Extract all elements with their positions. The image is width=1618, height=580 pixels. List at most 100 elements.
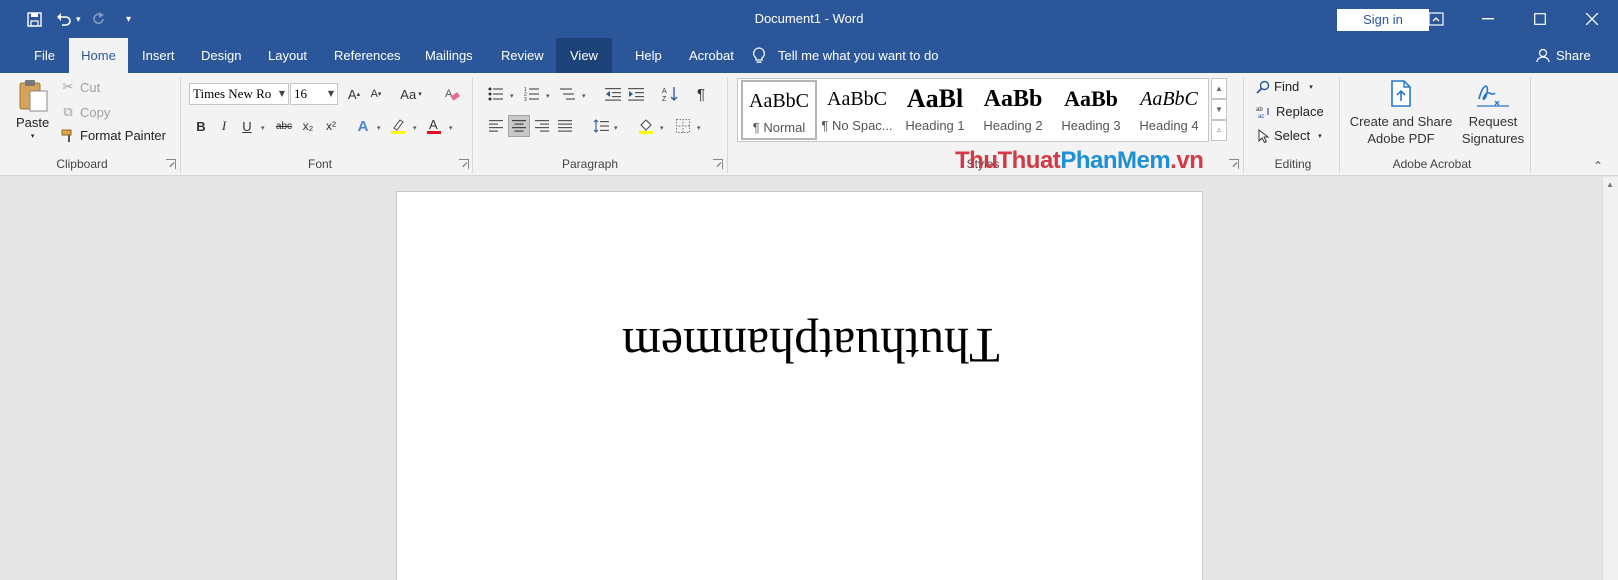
tab-review[interactable]: Review — [487, 38, 558, 73]
maximize-button[interactable] — [1514, 0, 1566, 38]
font-color-dropdown-icon[interactable]: ▾ — [449, 124, 453, 132]
document-text[interactable]: Thuthuatphanmem — [622, 316, 1000, 376]
borders-button[interactable] — [672, 115, 694, 137]
find-button[interactable]: Find ▾ — [1256, 79, 1313, 94]
cut-button[interactable]: ✂ Cut — [60, 79, 101, 95]
request-label-line1: Request — [1468, 114, 1518, 129]
text-effects-button[interactable]: A — [352, 115, 374, 137]
scroll-up-icon[interactable]: ▲ — [1606, 180, 1614, 189]
close-button[interactable] — [1566, 0, 1618, 38]
decrease-indent-button[interactable] — [602, 83, 624, 105]
style-heading-1[interactable]: AaBl Heading 1 — [897, 80, 973, 140]
align-left-button[interactable] — [485, 115, 507, 137]
paragraph-launcher-icon[interactable] — [713, 159, 723, 169]
paste-button[interactable]: Paste ▾ — [16, 79, 49, 140]
tab-acrobat[interactable]: Acrobat — [675, 38, 748, 73]
document-page[interactable] — [396, 191, 1203, 580]
tab-layout[interactable]: Layout — [254, 38, 321, 73]
shading-button[interactable] — [635, 115, 657, 137]
change-case-button[interactable]: Aa ▾ — [397, 83, 425, 105]
redo-icon[interactable] — [87, 8, 111, 30]
select-dropdown-icon[interactable]: ▾ — [1318, 132, 1322, 140]
tab-design[interactable]: Design — [187, 38, 255, 73]
request-signatures-button[interactable]: Request Signatures — [1458, 79, 1528, 147]
cut-label: Cut — [80, 79, 101, 95]
clipboard-launcher-icon[interactable] — [166, 159, 176, 169]
align-center-button[interactable] — [508, 115, 530, 137]
strikethrough-button[interactable]: abc — [273, 115, 295, 137]
highlight-dropdown-icon[interactable]: ▾ — [413, 124, 417, 132]
line-spacing-button[interactable] — [590, 115, 612, 137]
bold-button[interactable]: B — [190, 115, 212, 137]
find-dropdown-icon[interactable]: ▾ — [1309, 83, 1313, 91]
style-heading-4[interactable]: AaBbC Heading 4 — [1131, 80, 1207, 140]
collapse-ribbon-icon[interactable]: ⌃ — [1593, 159, 1603, 173]
clear-formatting-button[interactable]: A — [441, 83, 463, 105]
bullets-dropdown-icon[interactable]: ▾ — [510, 92, 514, 100]
replace-button[interactable]: ab ac Replace — [1256, 104, 1324, 119]
font-size-combo[interactable]: 16 ▼ — [290, 83, 338, 105]
share-button[interactable]: Share — [1536, 38, 1591, 73]
tab-view[interactable]: View — [556, 38, 612, 73]
numbered-list-icon: 123 — [524, 87, 539, 101]
styles-launcher-icon[interactable] — [1229, 159, 1239, 169]
style-heading-2[interactable]: AaBb Heading 2 — [975, 80, 1051, 140]
customize-toolbar-icon[interactable]: ▾ — [117, 8, 141, 30]
tell-me-box[interactable]: Tell me what you want to do — [752, 38, 938, 73]
save-icon[interactable] — [22, 8, 46, 30]
bullets-button[interactable] — [485, 83, 507, 105]
highlight-button[interactable] — [387, 115, 409, 137]
share-label: Share — [1556, 48, 1591, 63]
shading-dropdown-icon[interactable]: ▾ — [660, 124, 664, 132]
sort-button[interactable]: AZ — [659, 83, 681, 105]
text-effects-dropdown-icon[interactable]: ▾ — [377, 124, 381, 132]
select-button[interactable]: Select ▾ — [1258, 128, 1322, 143]
tab-mailings[interactable]: Mailings — [411, 38, 487, 73]
create-share-pdf-button[interactable]: Create and Share Adobe PDF — [1349, 79, 1453, 147]
subscript-button[interactable]: x₂ — [297, 115, 319, 137]
style-name: ¶ No Spac... — [821, 118, 893, 133]
tab-file[interactable]: File — [20, 38, 69, 73]
numbering-dropdown-icon[interactable]: ▾ — [546, 92, 550, 100]
tab-help[interactable]: Help — [621, 38, 676, 73]
underline-button[interactable]: U — [236, 115, 258, 137]
tab-insert[interactable]: Insert — [128, 38, 189, 73]
eraser-icon: A — [445, 88, 460, 101]
grow-font-button[interactable]: A ▴ — [343, 83, 365, 105]
paste-dropdown-icon[interactable]: ▾ — [31, 132, 35, 140]
undo-dropdown-icon[interactable]: ▾ — [76, 14, 81, 25]
tab-home[interactable]: Home — [69, 38, 128, 73]
line-spacing-icon — [593, 119, 609, 133]
gallery-more-icon[interactable]: ⩡ — [1211, 120, 1227, 141]
superscript-button[interactable]: x² — [320, 115, 342, 137]
style-normal[interactable]: AaBbC ¶ Normal — [741, 80, 817, 140]
font-name-combo[interactable]: Times New Ro ▼ — [189, 83, 289, 105]
minimize-button[interactable] — [1462, 0, 1514, 38]
vertical-scrollbar[interactable]: ▲ — [1602, 177, 1618, 580]
gallery-scroll-up-icon[interactable]: ▲ — [1211, 78, 1227, 99]
underline-dropdown-icon[interactable]: ▾ — [261, 124, 265, 132]
copy-button[interactable]: ⧉ Copy — [60, 104, 110, 120]
format-painter-button[interactable]: Format Painter — [60, 128, 166, 143]
tab-references[interactable]: References — [320, 38, 414, 73]
ribbon-tabs: File Home Insert Design Layout Reference… — [0, 38, 1618, 73]
undo-icon[interactable] — [52, 8, 76, 30]
line-spacing-dropdown-icon[interactable]: ▾ — [614, 124, 618, 132]
shrink-font-button[interactable]: A ▾ — [365, 83, 387, 105]
group-divider — [472, 77, 473, 173]
increase-indent-button[interactable] — [625, 83, 647, 105]
font-color-button[interactable]: A — [423, 115, 445, 137]
multilevel-list-button[interactable] — [557, 83, 579, 105]
align-right-button[interactable] — [531, 115, 553, 137]
style-no-spacing[interactable]: AaBbC ¶ No Spac... — [819, 80, 895, 140]
show-formatting-marks-button[interactable]: ¶ — [690, 83, 712, 105]
justify-button[interactable] — [554, 115, 576, 137]
borders-dropdown-icon[interactable]: ▾ — [697, 124, 701, 132]
gallery-scroll-down-icon[interactable]: ▼ — [1211, 99, 1227, 120]
font-launcher-icon[interactable] — [459, 159, 469, 169]
italic-button[interactable]: I — [213, 115, 235, 137]
numbering-button[interactable]: 123 — [521, 83, 543, 105]
ribbon-display-options-icon[interactable] — [1410, 0, 1462, 38]
style-heading-3[interactable]: AaBb Heading 3 — [1053, 80, 1129, 140]
multilevel-dropdown-icon[interactable]: ▾ — [582, 92, 586, 100]
